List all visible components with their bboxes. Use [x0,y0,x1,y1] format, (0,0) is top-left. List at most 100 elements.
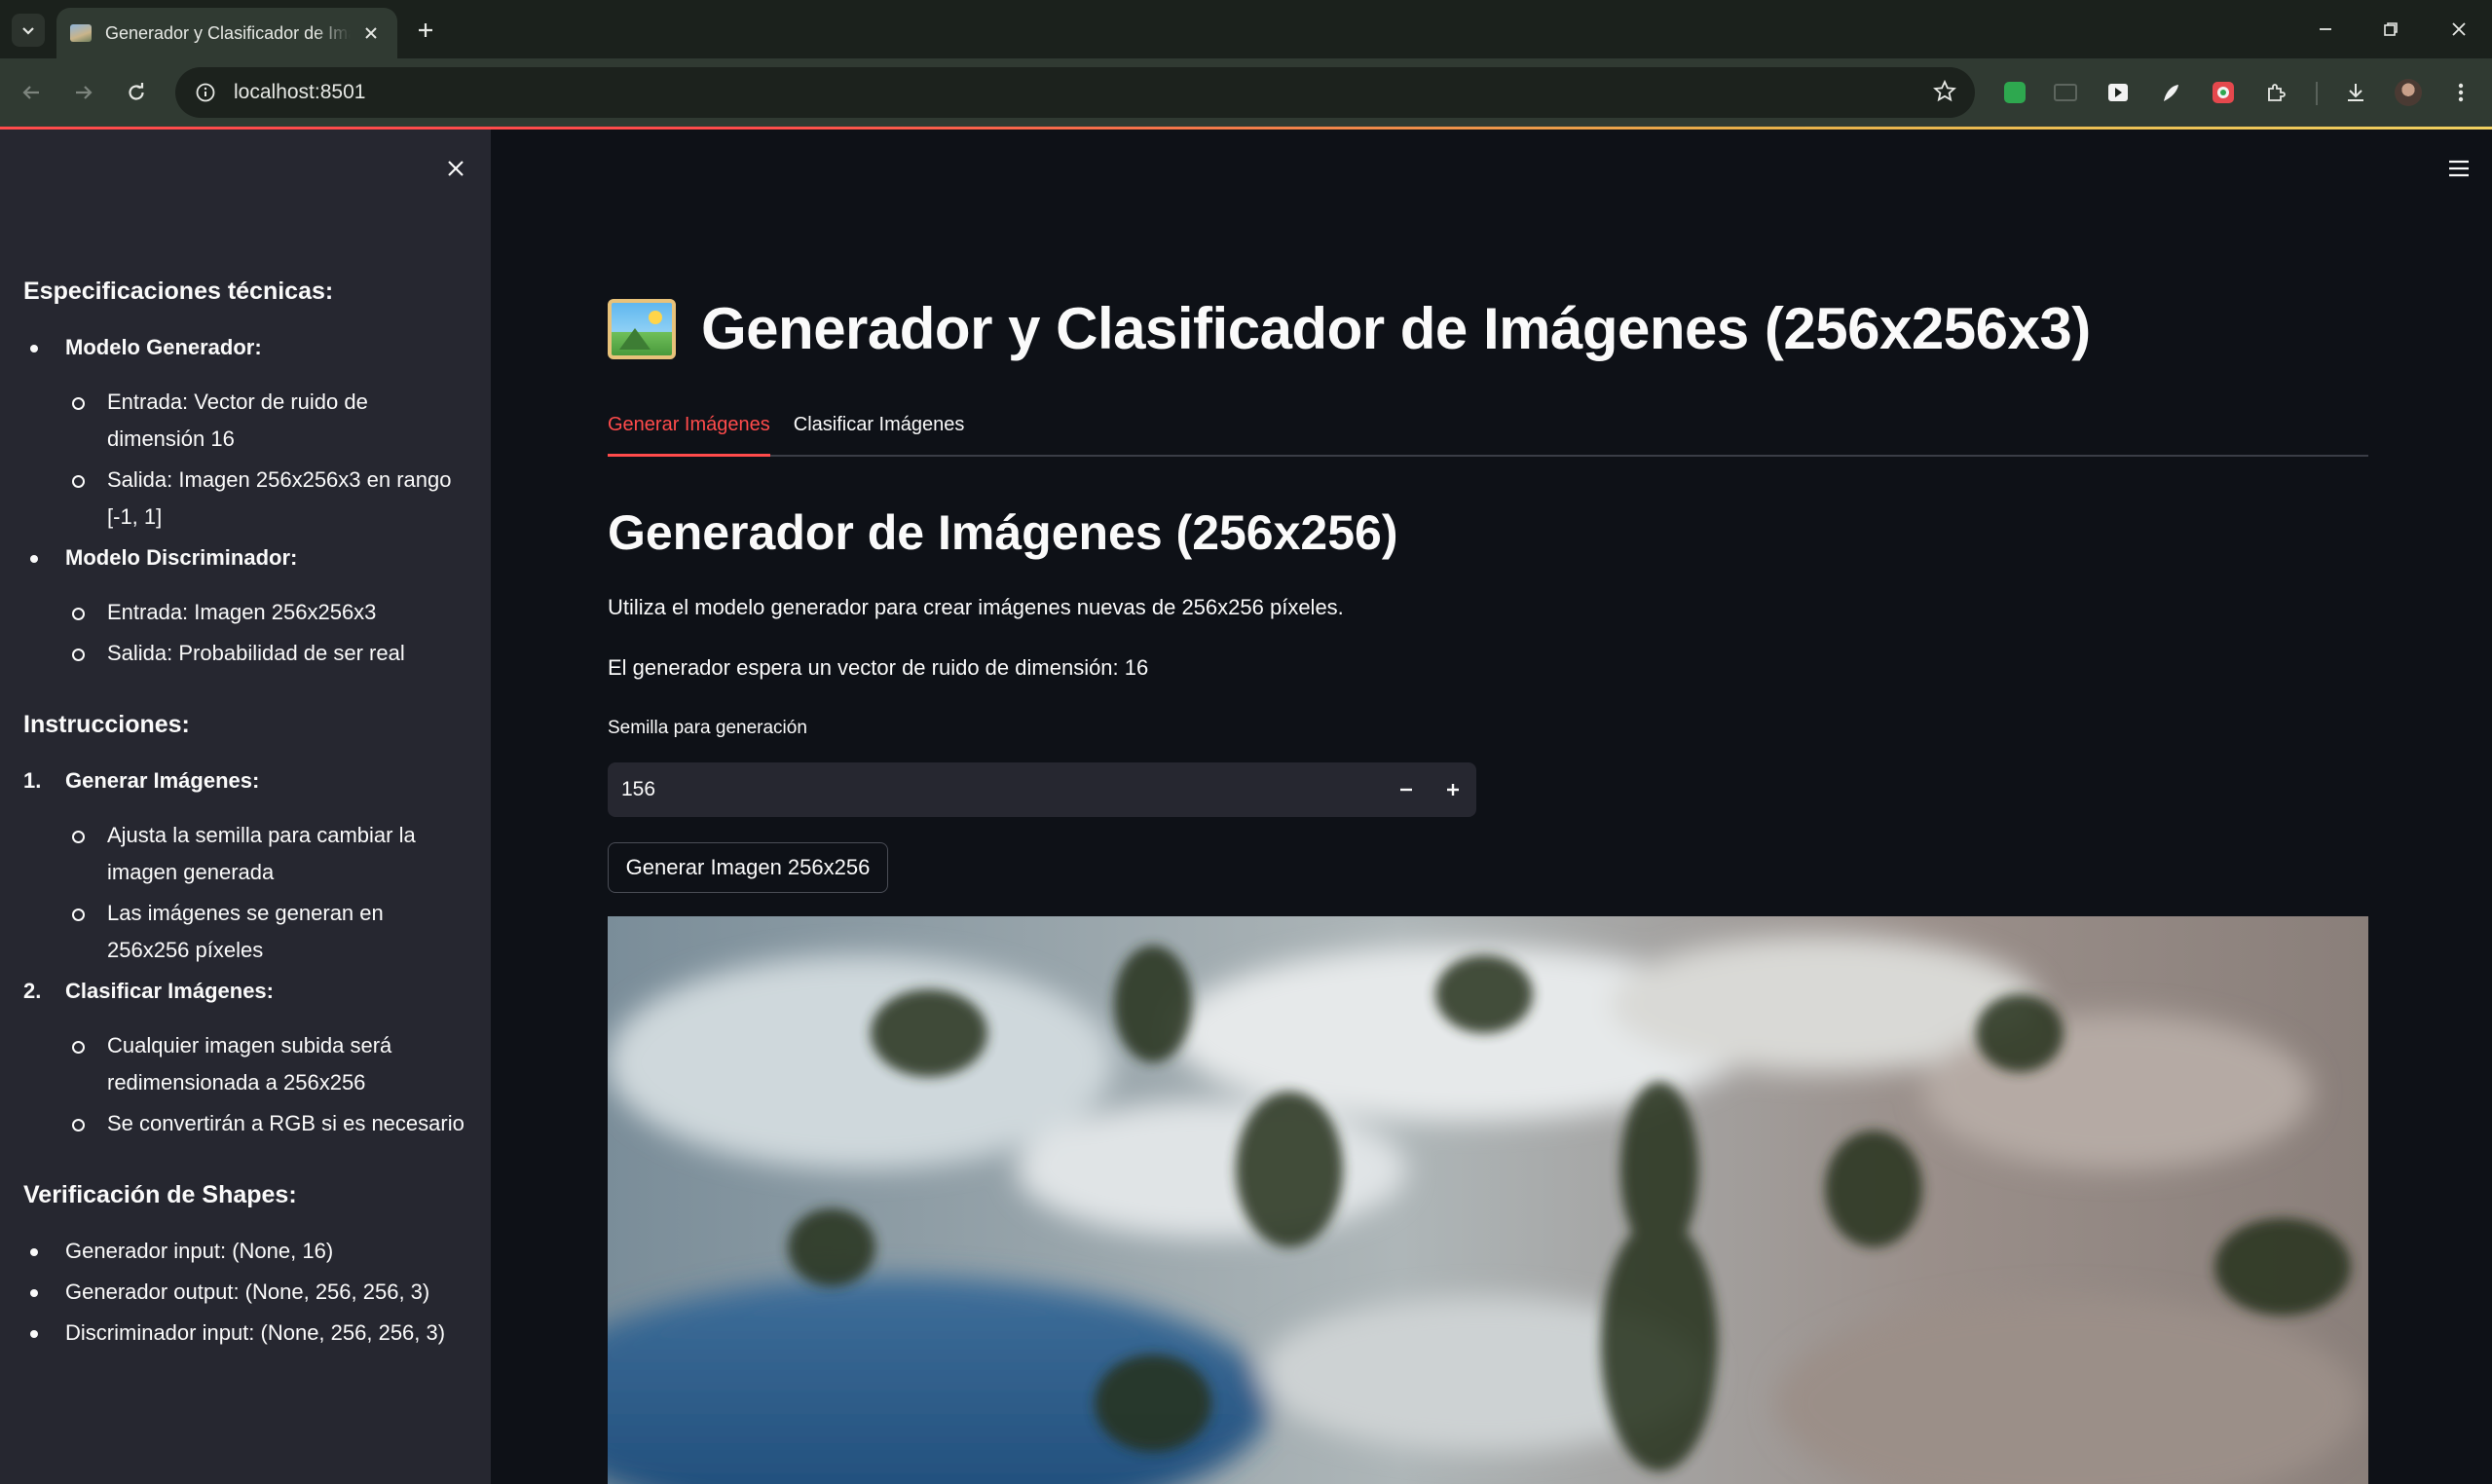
more-vertical-icon [2458,83,2464,102]
sidebar-sublist-item: Entrada: Vector de ruido de dimensión 16 [23,384,471,458]
sidebar-sublist-item: Cualquier imagen subida será redimension… [23,1027,471,1101]
extension-grey-icon [2054,84,2077,101]
browser-tab-active[interactable]: Generador y Clasificador de Imágenes (25… [56,8,397,58]
puzzle-icon [2268,84,2286,101]
seed-decrement-button[interactable] [1383,762,1430,817]
sidebar-sublist-item: Se convertirán a RGB si es necesario [23,1105,471,1142]
close-icon [448,161,464,176]
close-icon [2452,22,2466,36]
restore-window-button[interactable] [2362,8,2420,51]
chevron-down-icon [22,27,34,35]
sidebar-item-label: Modelo Generador: [65,335,262,359]
browser-tab-title: Generador y Clasificador de Imágenes (25… [105,22,351,43]
profile-button[interactable] [2394,78,2423,107]
new-tab-button[interactable] [409,14,442,47]
extension-green-icon [2004,82,2026,103]
sidebar-item-label: Clasificar Imágenes: [65,979,274,1003]
sidebar-sublist-item: Ajusta la semilla para cambiar la imagen… [23,817,471,891]
sidebar-sublist-item: Salida: Probabilidad de ser real [23,635,471,672]
tab-close-button[interactable] [358,20,384,46]
picture-icon [70,24,92,42]
toolbar-divider [2316,82,2318,105]
feather-icon [2164,85,2178,101]
sidebar-list-item: 1. Generar Imágenes: Ajusta la semilla par… [23,762,471,969]
sun-shape [649,310,662,324]
sidebar-item-label: Generador input: (None, 16) [65,1239,334,1263]
browser-toolbar: localhost:8501 [0,58,2492,127]
extension-button-record[interactable] [2209,78,2238,107]
downloads-button[interactable] [2341,78,2370,107]
sidebar-sublist: Ajusta la semilla para cambiar la imagen… [65,817,471,969]
minus-icon [1400,788,1412,792]
generate-image-button[interactable]: Generar Imagen 256x256 [608,842,888,893]
sidebar-sublist: Entrada: Imagen 256x256x3 Salida: Probabi… [65,594,471,672]
site-info-icon[interactable] [195,82,216,103]
generated-image-canvas [608,916,2368,1484]
restore-icon [2384,22,2398,36]
sidebar-list-item: 2. Clasificar Imágenes: Cualquier imagen s… [23,973,471,1142]
app-menu-button[interactable] [2441,151,2476,186]
address-bar[interactable]: localhost:8501 [175,67,1975,118]
sidebar-item-label: Generador output: (None, 256, 256, 3) [65,1280,430,1304]
extension-button-player[interactable] [2103,78,2133,107]
address-bar-url: localhost:8501 [234,81,366,103]
sidebar-sublist: Entrada: Vector de ruido de dimensión 16… [65,384,471,536]
back-button[interactable] [14,75,49,110]
sidebar-list: Modelo Generador: Entrada: Vector de ruid… [23,329,471,672]
hamburger-icon [2449,160,2469,177]
sidebar-section-heading: Verificación de Shapes: [23,1181,297,1208]
star-icon [1933,79,1956,102]
list-number: 1. [23,768,42,793]
mountain-shape [619,327,651,350]
sidebar: Especificaciones técnicas: Modelo Generad… [0,130,491,1484]
sidebar-item-label: Discriminador input: (None, 256, 256, 3) [65,1320,446,1345]
sidebar-item-label: Generar Imágenes: [65,768,260,793]
extension-button-grey[interactable] [2051,78,2080,107]
tab-clasificar-imagenes[interactable]: Clasificar Imágenes [794,402,965,457]
framed-picture-icon [608,298,676,359]
seed-input[interactable] [608,762,1383,817]
seed-number-input [608,762,1476,817]
sidebar-list: Generador input: (None, 16) Generador out… [23,1233,471,1352]
extension-button-green[interactable] [2000,78,2029,107]
sidebar-content: Especificaciones técnicas: Modelo Generad… [23,278,471,1391]
tab-generar-imagenes[interactable]: Generar Imágenes [608,402,770,457]
sidebar-item-label: Modelo Discriminador: [65,545,298,570]
sidebar-section-heading: Especificaciones técnicas: [23,278,334,305]
sidebar-list-item: Modelo Generador: Entrada: Vector de ruid… [23,329,471,536]
page-header: Generador y Clasificador de Imágenes (25… [608,295,2368,362]
main-content: Generador y Clasificador de Imágenes (25… [491,130,2492,1484]
browser-menu-button[interactable] [2446,78,2475,107]
minimize-window-button[interactable] [2296,8,2355,51]
seed-increment-button[interactable] [1430,762,1476,817]
sidebar-section-heading: Instrucciones: [23,711,190,738]
plus-icon [1447,784,1459,796]
sidebar-list-item: Generador input: (None, 16) [23,1233,471,1270]
arrow-left-icon [22,86,39,99]
avatar [2395,79,2422,106]
download-icon [2348,84,2363,101]
sidebar-list-item: Modelo Discriminador: Entrada: Imagen 256… [23,539,471,672]
reload-button[interactable] [119,75,154,110]
section-title: Generador de Imágenes (256x256) [608,505,1398,560]
sidebar-close-button[interactable] [438,151,473,186]
extensions-menu-button[interactable] [2261,78,2290,107]
description-text: Utiliza el modelo generador para crear i… [608,595,1344,619]
sidebar-list: 1. Generar Imágenes: Ajusta la semilla par… [23,762,471,1142]
close-window-button[interactable] [2430,8,2488,51]
arrow-right-icon [76,86,93,99]
forward-button[interactable] [66,75,101,110]
bookmark-button[interactable] [1932,79,1957,109]
sidebar-sublist-item: Las imágenes se generan en 256x256 píxel… [23,895,471,969]
seed-label: Semilla para generación [608,718,807,738]
tab-list: Generar Imágenes Clasificar Imágenes [608,402,2368,457]
generated-image [608,916,2368,1484]
close-icon [365,27,377,39]
tab-search-button[interactable] [12,14,45,47]
reload-icon [129,83,144,100]
player-icon [2108,84,2128,101]
extension-button-feather[interactable] [2156,78,2185,107]
sidebar-sublist-item: Entrada: Imagen 256x256x3 [23,594,471,631]
browser-tab-bar: Generador y Clasificador de Imágenes (25… [0,0,2492,58]
sidebar-sublist-item: Salida: Imagen 256x256x3 en rango [-1, 1… [23,462,471,536]
